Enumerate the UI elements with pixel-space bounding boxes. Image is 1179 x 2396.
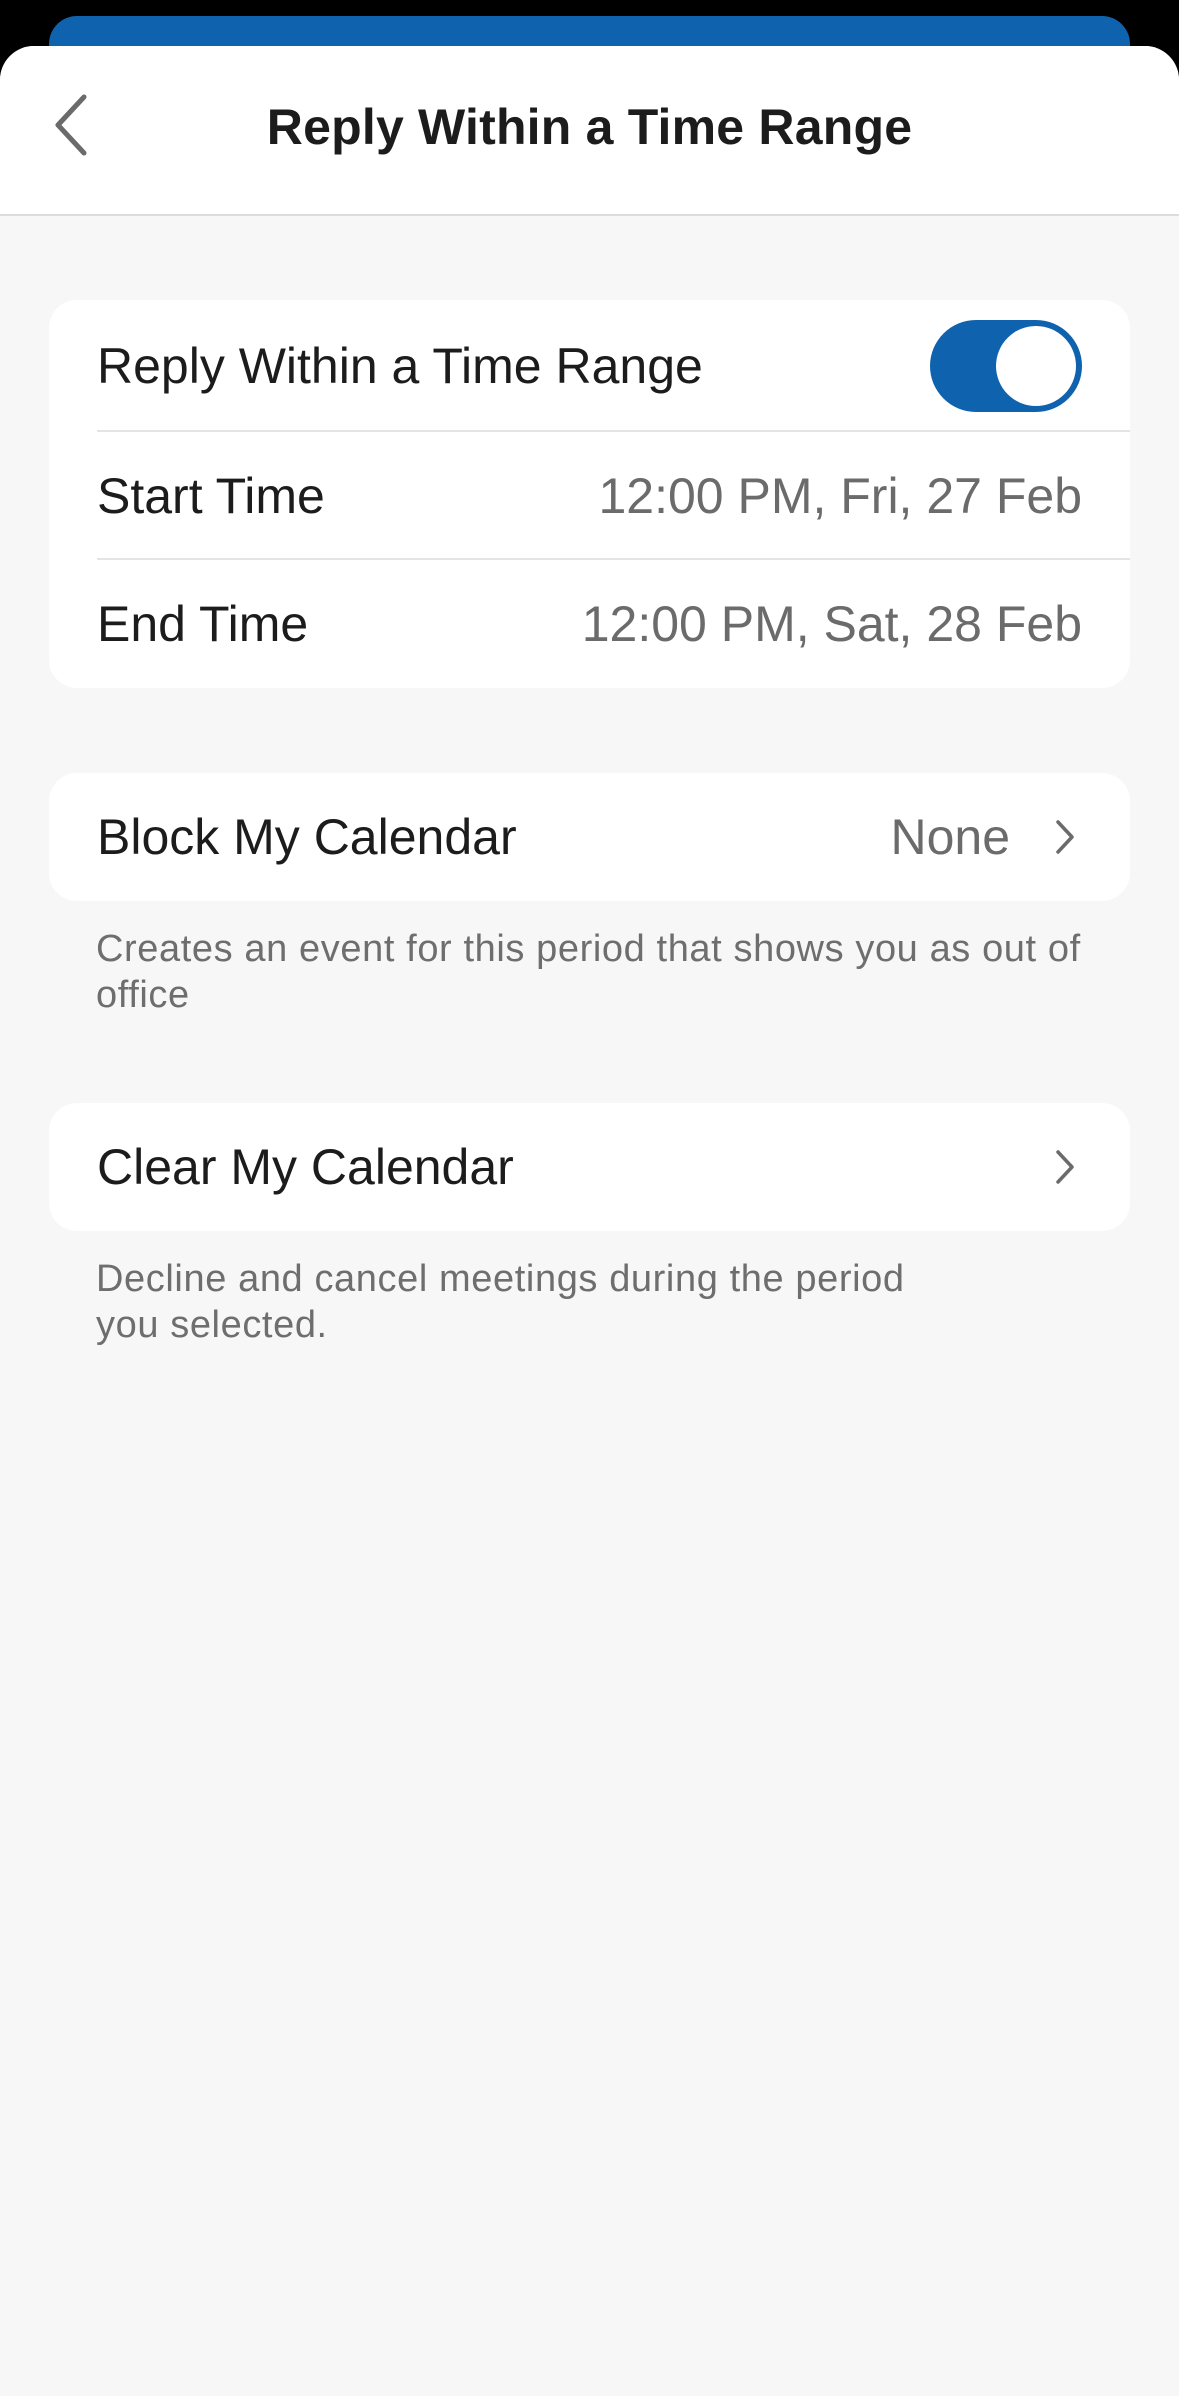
block-calendar-value-group: None [890, 808, 1082, 866]
clear-calendar-label: Clear My Calendar [97, 1139, 514, 1195]
toggle-knob [996, 326, 1076, 406]
clear-calendar-row[interactable]: Clear My Calendar [49, 1103, 1130, 1231]
start-time-label: Start Time [97, 468, 325, 524]
chevron-right-icon [1054, 1147, 1082, 1187]
block-calendar-row[interactable]: Block My Calendar None [49, 773, 1130, 901]
block-calendar-value: None [890, 809, 1010, 865]
page-title: Reply Within a Time Range [266, 99, 913, 155]
start-time-value: 12:00 PM, Fri, 27 Feb [598, 468, 1082, 524]
block-calendar-card: Block My Calendar None [49, 773, 1130, 901]
settings-sheet: Reply Within a Time Range Reply Within a… [0, 46, 1179, 2396]
end-time-value: 12:00 PM, Sat, 28 Feb [581, 596, 1082, 652]
reply-time-range-label: Reply Within a Time Range [97, 338, 703, 394]
end-time-row[interactable]: End Time 12:00 PM, Sat, 28 Feb [49, 560, 1130, 688]
block-calendar-footnote: Creates an event for this period that sh… [96, 928, 1081, 1016]
clear-calendar-card: Clear My Calendar [49, 1103, 1130, 1231]
reply-time-range-row: Reply Within a Time Range [49, 300, 1130, 432]
reply-time-range-toggle[interactable] [930, 320, 1082, 412]
end-time-label: End Time [97, 596, 309, 652]
time-range-card: Reply Within a Time Range Start Time 12:… [49, 300, 1130, 688]
start-time-row[interactable]: Start Time 12:00 PM, Fri, 27 Feb [49, 432, 1130, 560]
navigation-bar: Reply Within a Time Range [0, 46, 1179, 216]
block-calendar-label: Block My Calendar [97, 809, 517, 865]
clear-calendar-footnote: Decline and cancel meetings during the p… [96, 1258, 905, 1346]
chevron-right-icon [1054, 817, 1082, 857]
